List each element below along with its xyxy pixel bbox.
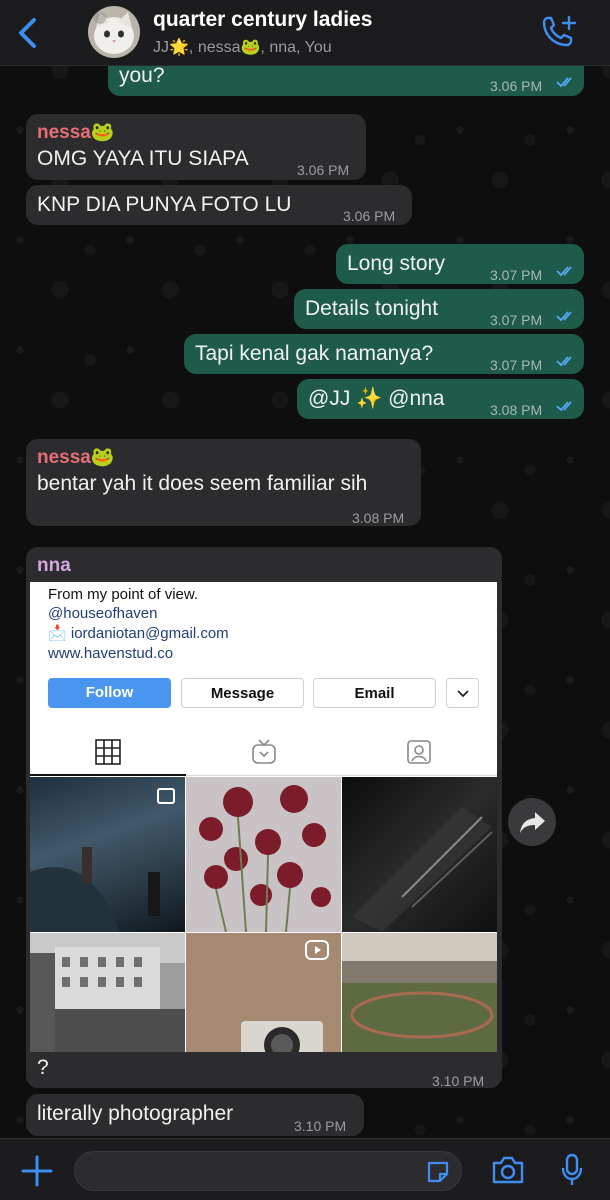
message-time: 3.06 PM [343,208,396,224]
sticker-icon[interactable] [425,1159,451,1185]
message-text: @JJ ✨ @nna [308,387,445,410]
read-receipt-icon [556,77,572,88]
message-bubble-incoming[interactable]: literally photographer 3.10 PM [26,1094,364,1136]
camera-icon[interactable] [491,1155,525,1185]
follow-button: Follow [48,678,171,708]
more-options-button [446,678,479,708]
chevron-down-icon [456,690,469,698]
message-bubble-outgoing[interactable]: Details tonight 3.07 PM [294,289,584,329]
message-time: 3.06 PM [297,162,350,178]
message-input[interactable] [74,1151,462,1191]
sender-name[interactable]: nna [37,553,71,579]
chat-title[interactable]: quarter century ladies [153,8,372,32]
photo-tile-roses [186,777,341,932]
message-time: 3.06 PM [490,78,543,94]
photo-tile-dark-object [342,777,497,932]
read-receipt-icon [556,356,572,367]
read-receipt-icon [556,401,572,412]
message-time: 3.08 PM [352,510,405,526]
image-caption: ? [37,1056,49,1079]
composer-bar [0,1138,610,1200]
photo-tile-stairs [30,777,185,932]
message-bubble-incoming[interactable]: nessa🐸 bentar yah it does seem familiar … [26,439,421,526]
message-time: 3.07 PM [490,357,543,373]
message-text: Tapi kenal gak namanya? [195,342,434,365]
profile-handle: @houseofhaven [48,605,158,622]
message-bubble-incoming[interactable]: nessa🐸 OMG YAYA ITU SIAPA 3.06 PM [26,114,366,180]
microphone-icon[interactable] [560,1153,584,1187]
photo-tile-building [30,933,185,1052]
message-time: 3.08 PM [490,402,543,418]
message-bubble-outgoing[interactable]: @JJ ✨ @nna 3.08 PM [297,379,584,419]
message-time: 3.07 PM [490,267,543,283]
envelope-icon: 📩 [48,625,67,642]
message-bubble-incoming[interactable]: KNP DIA PUNYA FOTO LU 3.06 PM [26,185,412,225]
read-receipt-icon [556,266,572,277]
chevron-left-icon[interactable] [14,16,44,50]
email-button: Email [313,678,436,708]
grid-icon [95,739,121,765]
message-text: OMG YAYA ITU SIAPA [37,147,249,170]
message-time: 3.10 PM [294,1118,347,1134]
igtv-icon [252,739,276,764]
message-bubble-outgoing[interactable]: Long story 3.07 PM [336,244,584,284]
message-time: 3.07 PM [490,312,543,328]
group-avatar[interactable] [88,6,140,58]
profile-website: www.havenstud.co [48,645,174,662]
tagged-icon [407,740,431,764]
plus-icon[interactable] [20,1154,54,1188]
profile-bio: From my point of view. [48,586,199,603]
photo-tile-field [342,933,497,1052]
forward-button[interactable] [508,798,556,846]
sender-name[interactable]: nessa🐸 [37,120,115,146]
message-text: you? [119,64,165,87]
message-text: Long story [347,252,446,275]
message-text: KNP DIA PUNYA FOTO LU [37,193,292,216]
forward-icon [520,812,545,833]
chat-participants[interactable]: JJ🌟, nessa🐸, nna, You [153,37,332,57]
message-time: 3.10 PM [432,1073,485,1089]
shared-image-instagram-profile[interactable]: From my point of view. @houseofhaven 📩 i… [30,582,497,1052]
chat-header: quarter century ladies JJ🌟, nessa🐸, nna,… [0,0,610,66]
message-text: literally photographer [37,1102,234,1125]
profile-email-row: 📩 iordaniotan@gmail.com [48,624,229,642]
read-receipt-icon [556,311,572,322]
profile-tabs [30,729,497,776]
message-text: bentar yah it does seem familiar sih [37,472,368,495]
sender-name[interactable]: nessa🐸 [37,445,115,471]
profile-email: iordaniotan@gmail.com [70,625,229,642]
message-button: Message [181,678,304,708]
active-tab-indicator [30,774,186,776]
message-text: Details tonight [305,297,439,320]
message-bubble-outgoing[interactable]: Tapi kenal gak namanya? 3.07 PM [184,334,584,374]
photo-tile-camera [186,933,341,1052]
add-call-icon[interactable] [538,14,578,50]
